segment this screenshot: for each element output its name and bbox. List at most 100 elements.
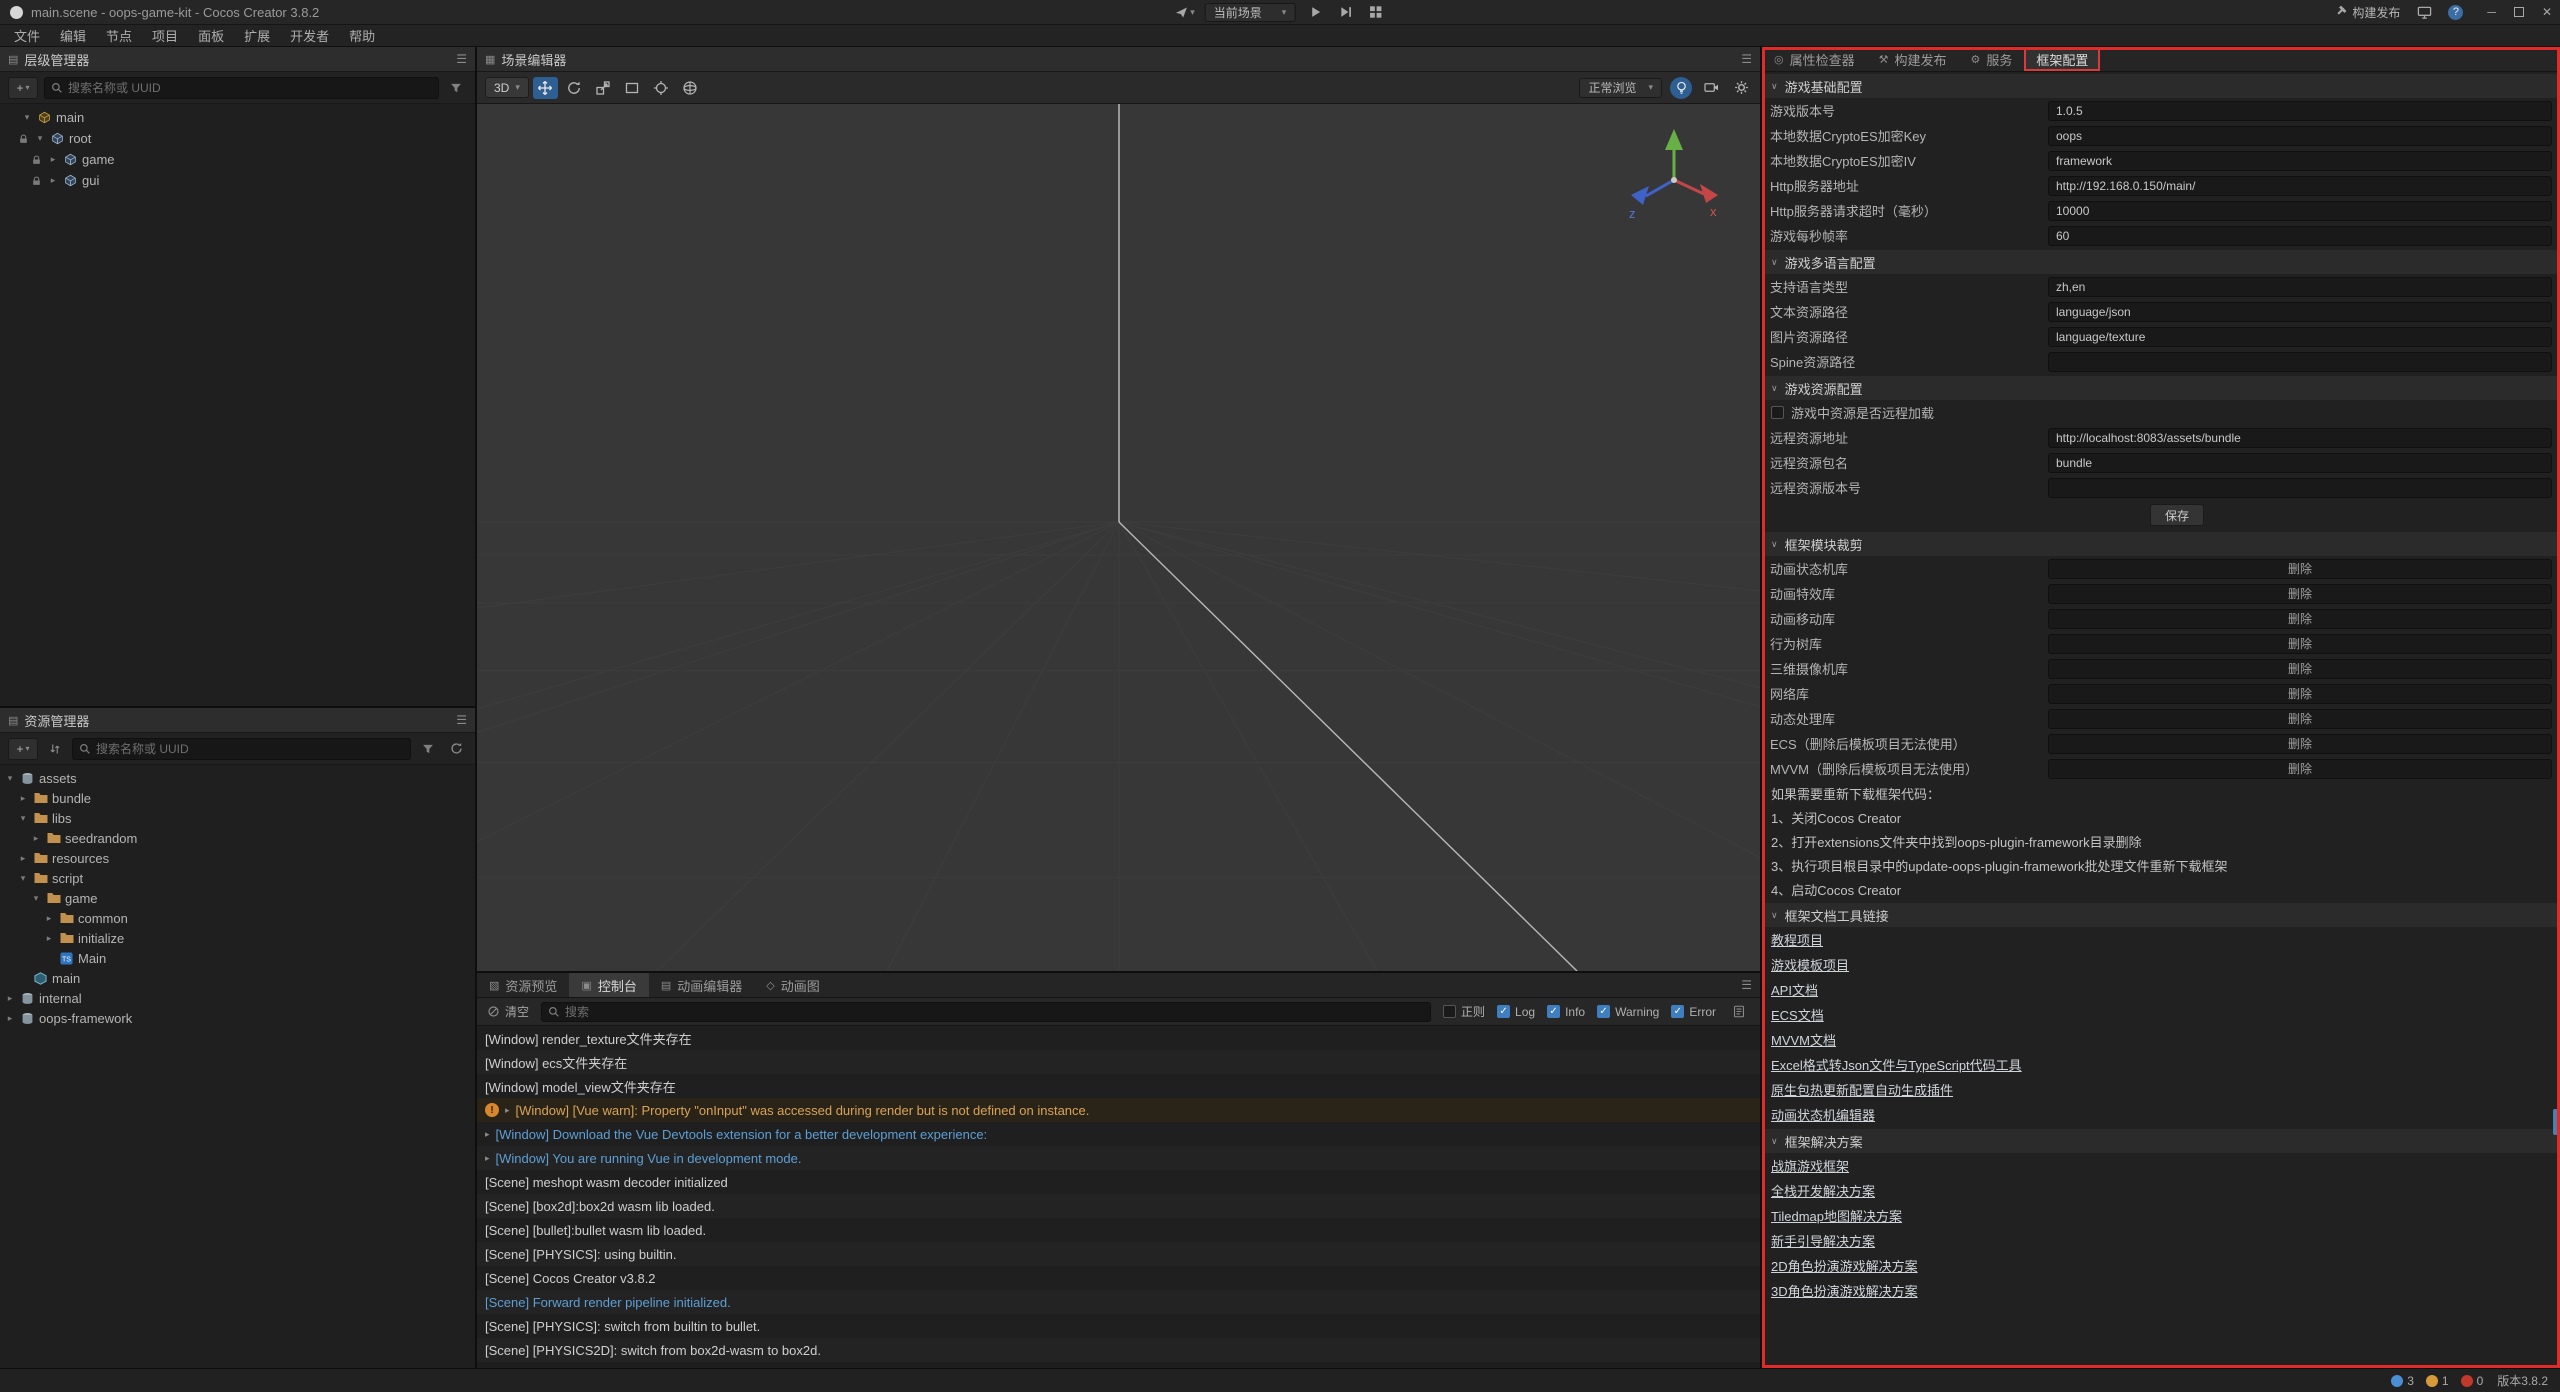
tree-item-resources[interactable]: ▸resources xyxy=(0,848,475,868)
checkbox[interactable] xyxy=(1443,1005,1456,1018)
panel-menu-icon[interactable]: ☰ xyxy=(456,52,467,66)
log-row[interactable]: [Scene] [PHYSICS]: switch from builtin t… xyxy=(477,1314,1760,1338)
expand-arrow[interactable]: ▸ xyxy=(17,793,29,804)
panel-menu-icon[interactable]: ☰ xyxy=(1741,973,1760,997)
field-input[interactable] xyxy=(2048,428,2552,448)
menu-item-6[interactable]: 开发者 xyxy=(280,25,339,46)
tree-item-seedrandom[interactable]: ▸seedrandom xyxy=(0,828,475,848)
tree-item-gui[interactable]: ▸gui xyxy=(0,170,475,191)
delete-module-button[interactable]: 删除 xyxy=(2048,709,2552,729)
menu-item-4[interactable]: 面板 xyxy=(188,25,234,46)
expand-arrow[interactable]: ▾ xyxy=(17,813,29,824)
pivot-toggle-button[interactable] xyxy=(649,77,674,99)
remote-load-checkbox[interactable] xyxy=(1771,406,1784,419)
tree-item-Main[interactable]: TSMain xyxy=(0,948,475,968)
preview-window-button[interactable] xyxy=(2414,3,2434,21)
maximize-button[interactable] xyxy=(2514,7,2524,17)
checkbox[interactable]: ✓ xyxy=(1547,1005,1560,1018)
section-header-2[interactable]: ∨游戏资源配置 xyxy=(1762,376,2560,400)
console-tab-anim-graph[interactable]: ◇动画图 xyxy=(754,973,831,997)
doc-link[interactable]: 全栈开发解决方案 xyxy=(1771,1181,1875,1200)
delete-module-button[interactable]: 删除 xyxy=(2048,734,2552,754)
doc-link[interactable]: 游戏模板项目 xyxy=(1771,955,1849,974)
field-input[interactable] xyxy=(2048,453,2552,473)
play-button[interactable] xyxy=(1305,3,1325,21)
close-button[interactable]: ✕ xyxy=(2542,5,2552,19)
regex-toggle[interactable]: 正则 xyxy=(1443,1003,1485,1020)
console-tab-console[interactable]: ▣控制台 xyxy=(569,973,648,997)
hierarchy-header[interactable]: ▤ 层级管理器 ☰ xyxy=(0,47,475,72)
tree-item-initialize[interactable]: ▸initialize xyxy=(0,928,475,948)
rotate-tool-button[interactable] xyxy=(562,77,587,99)
expand-arrow[interactable]: ▾ xyxy=(34,133,46,144)
field-input[interactable] xyxy=(2048,352,2552,372)
log-row[interactable]: ▸[Window] You are running Vue in develop… xyxy=(477,1146,1760,1170)
help-button[interactable]: ? xyxy=(2448,5,2463,20)
expand-arrow[interactable]: ▸ xyxy=(30,833,42,844)
tree-item-internal[interactable]: ▸internal xyxy=(0,988,475,1008)
tree-item-main[interactable]: ▾main xyxy=(0,107,475,128)
tab-build[interactable]: ⚒构建发布 xyxy=(1867,47,1959,71)
scene-settings-button[interactable] xyxy=(1730,77,1752,99)
expand-arrow[interactable]: ▸ xyxy=(505,1105,510,1116)
menu-item-1[interactable]: 编辑 xyxy=(50,25,96,46)
tree-item-assets[interactable]: ▾assets xyxy=(0,768,475,788)
delete-module-button[interactable]: 删除 xyxy=(2048,609,2552,629)
filter-warning[interactable]: ✓Warning xyxy=(1597,1005,1659,1019)
field-input[interactable] xyxy=(2048,277,2552,297)
doc-link[interactable]: Excel格式转Json文件与TypeScript代码工具 xyxy=(1771,1055,2022,1074)
doc-link[interactable]: API文档 xyxy=(1771,980,1818,999)
doc-link[interactable]: Tiledmap地图解决方案 xyxy=(1771,1206,1902,1225)
delete-module-button[interactable]: 删除 xyxy=(2048,759,2552,779)
log-row[interactable]: ▸[Window] Download the Vue Devtools exte… xyxy=(477,1122,1760,1146)
doc-link[interactable]: 3D角色扮演游戏解决方案 xyxy=(1771,1281,1918,1300)
tree-item-root[interactable]: ▾root xyxy=(0,128,475,149)
field-input[interactable] xyxy=(2048,151,2552,171)
scrollbar-thumb[interactable] xyxy=(2553,1109,2558,1135)
save-button[interactable]: 保存 xyxy=(2150,504,2204,526)
clear-console-button[interactable]: 清空 xyxy=(487,1003,529,1020)
menu-item-5[interactable]: 扩展 xyxy=(234,25,280,46)
dimension-toggle-button[interactable]: 3D ▾ xyxy=(485,77,529,98)
scene-header[interactable]: ▦ 场景编辑器 ☰ xyxy=(477,47,1760,72)
checkbox[interactable]: ✓ xyxy=(1671,1005,1684,1018)
view-mode-select[interactable]: 正常浏览 ▾ xyxy=(1579,78,1662,98)
expand-arrow[interactable]: ▸ xyxy=(47,175,59,186)
doc-link[interactable]: 动画状态机编辑器 xyxy=(1771,1105,1875,1124)
doc-link[interactable]: 2D角色扮演游戏解决方案 xyxy=(1771,1256,1918,1275)
menu-item-0[interactable]: 文件 xyxy=(4,25,50,46)
info-count[interactable]: 3 xyxy=(2391,1374,2414,1388)
preview-target-button[interactable]: ▾ xyxy=(1175,3,1195,21)
filter-info[interactable]: ✓Info xyxy=(1547,1005,1585,1019)
checkbox[interactable]: ✓ xyxy=(1497,1005,1510,1018)
log-row[interactable]: [Window] ecs文件夹存在 xyxy=(477,1050,1760,1074)
doc-link[interactable]: 教程项目 xyxy=(1771,930,1823,949)
log-row[interactable]: [Scene] [box2d]:box2d wasm lib loaded. xyxy=(477,1194,1760,1218)
delete-module-button[interactable]: 删除 xyxy=(2048,584,2552,604)
tree-item-bundle[interactable]: ▸bundle xyxy=(0,788,475,808)
panel-menu-icon[interactable]: ☰ xyxy=(456,713,467,727)
console-tab-preview[interactable]: ▧资源预览 xyxy=(477,973,569,997)
field-input[interactable] xyxy=(2048,126,2552,146)
log-row[interactable]: [Scene] [bullet]:bullet wasm lib loaded. xyxy=(477,1218,1760,1242)
camera-preview-button[interactable] xyxy=(1700,77,1722,99)
tree-item-oops-framework[interactable]: ▸oops-framework xyxy=(0,1008,475,1028)
log-row[interactable]: [Scene] Forward render pipeline initiali… xyxy=(477,1290,1760,1314)
create-asset-button[interactable]: +▾ xyxy=(8,738,38,760)
delete-module-button[interactable]: 删除 xyxy=(2048,659,2552,679)
delete-module-button[interactable]: 删除 xyxy=(2048,634,2552,654)
scale-tool-button[interactable] xyxy=(591,77,616,99)
field-input[interactable] xyxy=(2048,327,2552,347)
section-header-3[interactable]: ∨框架模块裁剪 xyxy=(1762,532,2560,556)
menu-item-2[interactable]: 节点 xyxy=(96,25,142,46)
console-search-input[interactable] xyxy=(565,1005,1424,1019)
field-input[interactable] xyxy=(2048,302,2552,322)
section-header-4[interactable]: ∨框架文档工具链接 xyxy=(1762,903,2560,927)
expand-arrow[interactable]: ▾ xyxy=(30,893,42,904)
expand-arrow[interactable]: ▾ xyxy=(21,112,33,123)
expand-arrow[interactable]: ▸ xyxy=(485,1153,490,1164)
doc-link[interactable]: 新手引导解决方案 xyxy=(1771,1231,1875,1250)
field-input[interactable] xyxy=(2048,176,2552,196)
scene-viewport[interactable]: x z xyxy=(477,104,1760,971)
log-row[interactable]: [Window] render_texture文件夹存在 xyxy=(477,1026,1760,1050)
